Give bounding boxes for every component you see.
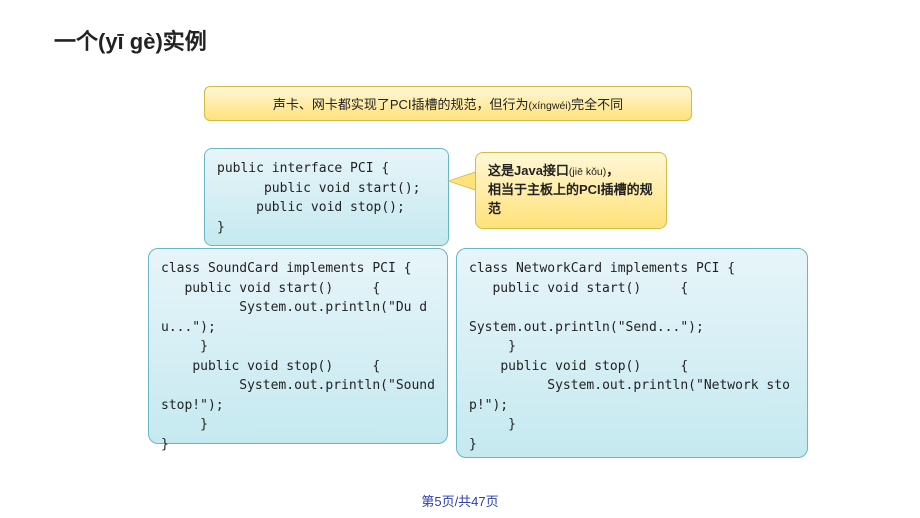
banner-lead: 声卡、网卡都实现了PCI插槽的规范，但行为 <box>273 97 529 112</box>
callout-tail <box>449 172 477 190</box>
summary-banner: 声卡、网卡都实现了PCI插槽的规范，但行为(xíngwéi)完全不同 <box>204 86 692 121</box>
callout-box: 这是Java接口(jiē kǒu)， 相当于主板上的PCI插槽的规范 <box>475 152 667 229</box>
callout-line1c: ， <box>606 163 619 178</box>
soundcard-code-box: class SoundCard implements PCI { public … <box>148 248 448 444</box>
slide-title: 一个(yī gè)实例 <box>54 24 207 56</box>
interface-code-box: public interface PCI { public void start… <box>204 148 449 246</box>
callout-pinyin: (jiē kǒu) <box>569 166 606 178</box>
banner-pinyin: (xíngwéi) <box>529 100 572 112</box>
callout-line2: 相当于主板上的PCI插槽的规范 <box>488 182 653 216</box>
banner-tail: 完全不同 <box>571 97 623 112</box>
networkcard-code-box: class NetworkCard implements PCI { publi… <box>456 248 808 458</box>
page-number: 第5页/共47页 <box>0 491 920 510</box>
callout-line1a: 这是Java接口 <box>488 163 569 178</box>
